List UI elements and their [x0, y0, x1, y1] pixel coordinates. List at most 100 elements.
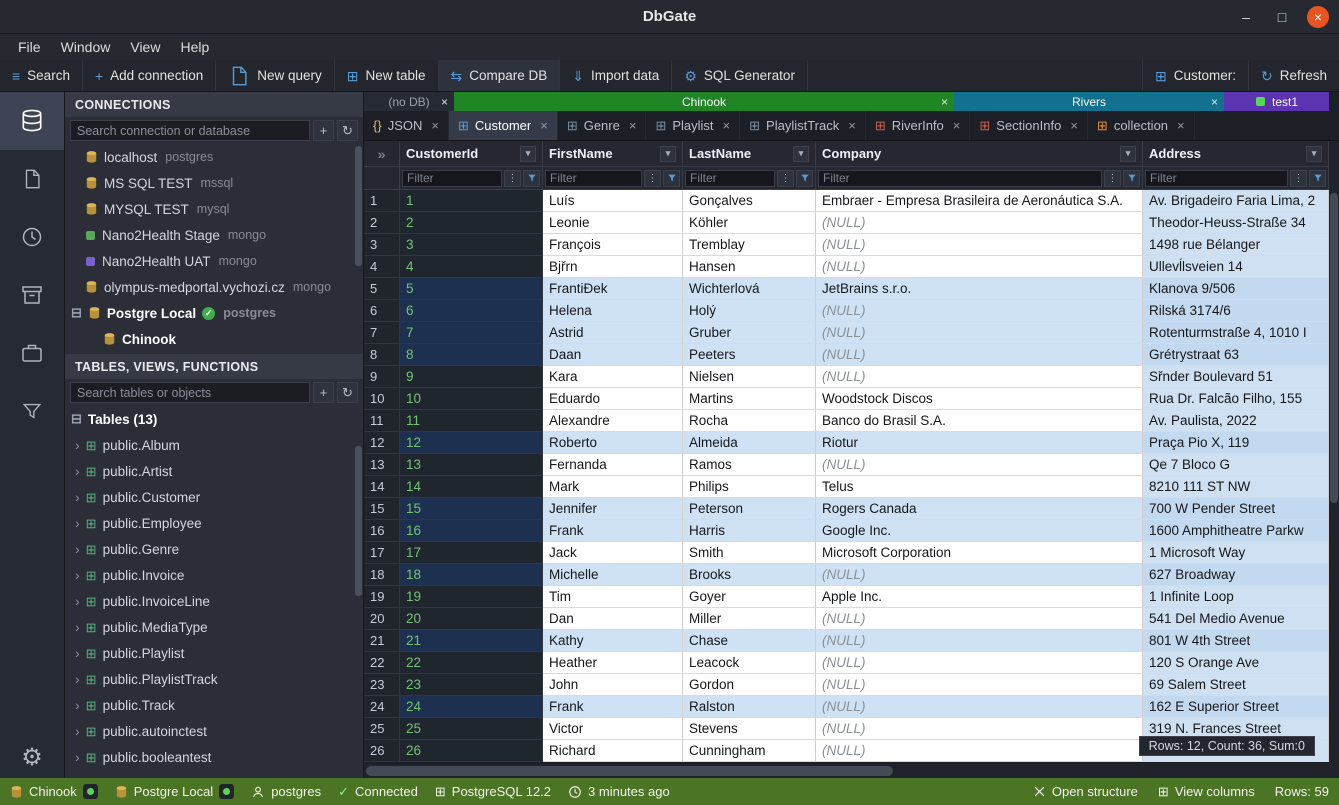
row-number-cell[interactable]: 7: [364, 322, 400, 344]
add-table-icon-button[interactable]: +: [313, 382, 334, 403]
lastname-cell[interactable]: Cunningham: [683, 740, 816, 762]
firstname-cell[interactable]: Richard: [543, 740, 683, 762]
tab-close-icon[interactable]: ×: [540, 119, 548, 132]
refresh-connections-button[interactable]: ↻: [337, 120, 358, 141]
activity-file-button[interactable]: [0, 150, 64, 208]
filter-funnel-button[interactable]: [523, 170, 540, 187]
tab-riverinfo[interactable]: ⊞RiverInfo×: [866, 111, 971, 140]
db-group-no-db[interactable]: (no DB)×: [364, 92, 454, 111]
toolbar-new-table-button[interactable]: ⊞New table: [335, 60, 439, 91]
activity-archive-button[interactable]: [0, 266, 64, 324]
customerid-cell[interactable]: 23: [400, 674, 543, 696]
customerid-cell[interactable]: 11: [400, 410, 543, 432]
toolbar-new-query-button[interactable]: New query: [216, 60, 335, 91]
toolbar-search-button[interactable]: ≡Search: [0, 60, 83, 91]
row-number-cell[interactable]: 16: [364, 520, 400, 542]
company-cell[interactable]: (NULL): [816, 256, 1143, 278]
tab-json[interactable]: {}JSON×: [364, 111, 449, 140]
row-number-cell[interactable]: 4: [364, 256, 400, 278]
tab-collection[interactable]: ⊞collection×: [1088, 111, 1195, 140]
maximize-button[interactable]: □: [1271, 6, 1293, 28]
company-cell[interactable]: (NULL): [816, 740, 1143, 762]
expand-all-button[interactable]: »: [364, 141, 400, 167]
customerid-cell[interactable]: 25: [400, 718, 543, 740]
address-cell[interactable]: 627 Broadway: [1143, 564, 1329, 586]
row-number-cell[interactable]: 26: [364, 740, 400, 762]
customerid-cell[interactable]: 24: [400, 696, 543, 718]
db-group-close-icon[interactable]: ×: [1211, 95, 1218, 109]
row-number-cell[interactable]: 9: [364, 366, 400, 388]
customerid-cell[interactable]: 3: [400, 234, 543, 256]
db-group-chinook[interactable]: Chinook×: [454, 92, 954, 111]
customerid-cell[interactable]: 5: [400, 278, 543, 300]
tab-close-icon[interactable]: ×: [1177, 119, 1185, 132]
row-number-cell[interactable]: 17: [364, 542, 400, 564]
menu-window[interactable]: Window: [51, 34, 121, 60]
lastname-cell[interactable]: Köhler: [683, 212, 816, 234]
row-number-cell[interactable]: 5: [364, 278, 400, 300]
address-cell[interactable]: 1498 rue Bélanger: [1143, 234, 1329, 256]
filter-menu-button[interactable]: ⋮: [504, 170, 521, 187]
column-dropdown-icon[interactable]: ▾: [660, 146, 676, 162]
close-button[interactable]: ×: [1307, 6, 1329, 28]
connection-olympus-medportal-vychozi-cz[interactable]: olympus-medportal.vychozi.czmongo: [65, 274, 363, 300]
row-number-cell[interactable]: 14: [364, 476, 400, 498]
tab-close-icon[interactable]: ×: [848, 119, 856, 132]
grid-vscroll-thumb[interactable]: [1330, 193, 1338, 503]
company-cell[interactable]: Telus: [816, 476, 1143, 498]
firstname-cell[interactable]: Luís: [543, 190, 683, 212]
grid-hscroll-thumb[interactable]: [366, 766, 893, 776]
row-number-cell[interactable]: 2: [364, 212, 400, 234]
tab-close-icon[interactable]: ×: [953, 119, 961, 132]
connection-nano2health-uat[interactable]: Nano2Health UATmongo: [65, 248, 363, 274]
firstname-cell[interactable]: John: [543, 674, 683, 696]
connections-search-input[interactable]: [70, 120, 310, 141]
column-header-company[interactable]: Company▾: [816, 141, 1143, 167]
company-cell[interactable]: Woodstock Discos: [816, 388, 1143, 410]
address-cell[interactable]: Theodor-Heuss-Straße 34: [1143, 212, 1329, 234]
customerid-cell[interactable]: 22: [400, 652, 543, 674]
address-cell[interactable]: Ullevĺlsveien 14: [1143, 256, 1329, 278]
lastname-cell[interactable]: Harris: [683, 520, 816, 542]
lastname-cell[interactable]: Gordon: [683, 674, 816, 696]
customerid-cell[interactable]: 13: [400, 454, 543, 476]
lastname-cell[interactable]: Brooks: [683, 564, 816, 586]
db-group-rivers[interactable]: Rivers×: [954, 92, 1224, 111]
table-item-public-invoiceline[interactable]: ›⊞public.InvoiceLine: [65, 588, 363, 614]
column-header-customerid[interactable]: CustomerId▾: [400, 141, 543, 167]
company-cell[interactable]: Microsoft Corporation: [816, 542, 1143, 564]
address-cell[interactable]: 700 W Pender Street: [1143, 498, 1329, 520]
row-number-cell[interactable]: 13: [364, 454, 400, 476]
customerid-cell[interactable]: 18: [400, 564, 543, 586]
customerid-cell[interactable]: 14: [400, 476, 543, 498]
column-header-firstname[interactable]: FirstName▾: [543, 141, 683, 167]
customerid-cell[interactable]: 20: [400, 608, 543, 630]
company-cell[interactable]: (NULL): [816, 454, 1143, 476]
address-cell[interactable]: 120 S Orange Ave: [1143, 652, 1329, 674]
table-item-public-playlisttrack[interactable]: ›⊞public.PlaylistTrack: [65, 666, 363, 692]
table-item-public-mediatype[interactable]: ›⊞public.MediaType: [65, 614, 363, 640]
filter-input-firstname[interactable]: [545, 170, 642, 187]
lastname-cell[interactable]: Ralston: [683, 696, 816, 718]
connections-header[interactable]: CONNECTIONS: [65, 92, 363, 117]
filter-input-company[interactable]: [818, 170, 1102, 187]
customerid-cell[interactable]: 21: [400, 630, 543, 652]
company-cell[interactable]: Google Inc.: [816, 520, 1143, 542]
customerid-cell[interactable]: 17: [400, 542, 543, 564]
toolbar-customer-button[interactable]: ⊞Customer:: [1142, 60, 1248, 91]
column-header-address[interactable]: Address▾: [1143, 141, 1329, 167]
customerid-cell[interactable]: 2: [400, 212, 543, 234]
table-item-public-employee[interactable]: ›⊞public.Employee: [65, 510, 363, 536]
address-cell[interactable]: Grétrystraat 63: [1143, 344, 1329, 366]
customerid-cell[interactable]: 4: [400, 256, 543, 278]
firstname-cell[interactable]: Fernanda: [543, 454, 683, 476]
firstname-cell[interactable]: FrantiĐek: [543, 278, 683, 300]
address-cell[interactable]: Rua Dr. Falcão Filho, 155: [1143, 388, 1329, 410]
address-cell[interactable]: Av. Paulista, 2022: [1143, 410, 1329, 432]
tab-genre[interactable]: ⊞Genre×: [558, 111, 647, 140]
customerid-cell[interactable]: 6: [400, 300, 543, 322]
lastname-cell[interactable]: Hansen: [683, 256, 816, 278]
tables-group[interactable]: ⊟Tables (13): [65, 406, 363, 432]
connection-mysql-test[interactable]: MYSQL TESTmysql: [65, 196, 363, 222]
company-cell[interactable]: Banco do Brasil S.A.: [816, 410, 1143, 432]
